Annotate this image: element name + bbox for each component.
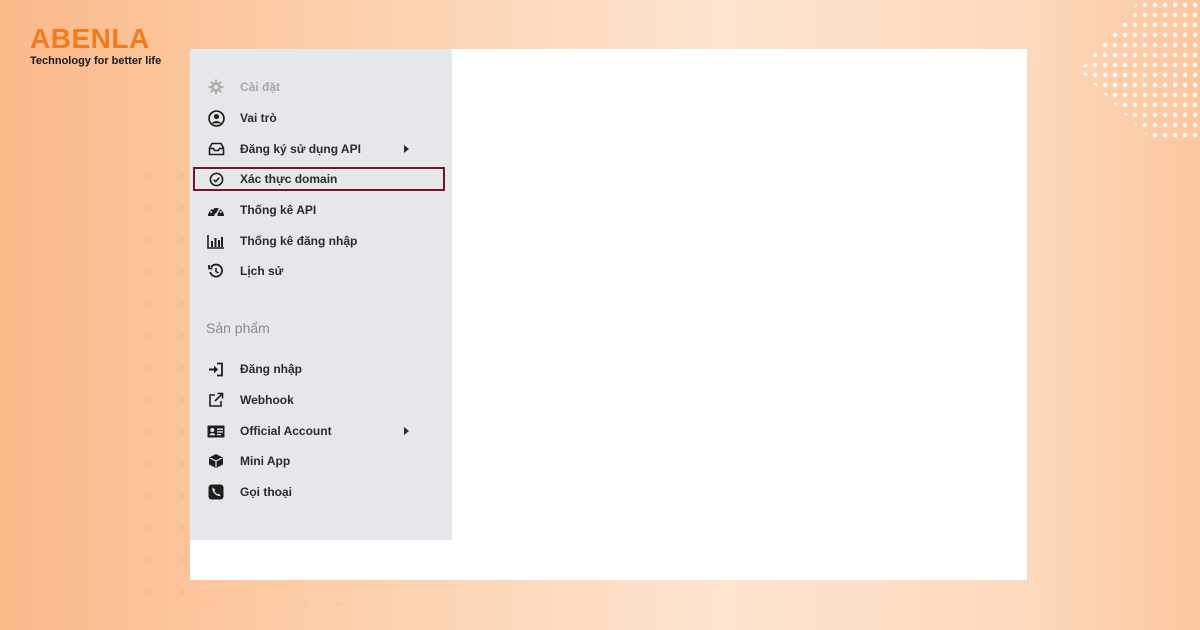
- menu-item-label: Thống kê API: [240, 203, 317, 217]
- menu-item-history[interactable]: Lịch sử: [190, 258, 452, 284]
- submenu-arrow-icon: [404, 427, 409, 435]
- menu-item-label: Gọi thoại: [240, 485, 292, 499]
- cube-icon: [206, 451, 226, 471]
- menu-item-api-stats[interactable]: Thống kê API: [190, 197, 452, 223]
- menu-item-label: Cài đặt: [240, 80, 281, 94]
- decorative-dots-bottom: [190, 590, 370, 620]
- brand-name: ABENLA: [30, 23, 150, 54]
- bar-chart-icon: [206, 231, 226, 251]
- dashboard-icon: [206, 200, 226, 220]
- brand-tagline: Technology for better life: [30, 55, 162, 67]
- menu-item-voice-call[interactable]: Gọi thoại: [190, 479, 452, 505]
- brand-logo: ABENLA Technology for better life: [30, 23, 162, 68]
- menu-item-label: Official Account: [240, 424, 332, 438]
- id-card-icon: [206, 421, 226, 441]
- menu-item-official-account[interactable]: Official Account: [190, 418, 452, 444]
- external-link-icon: [206, 390, 226, 410]
- menu-item-label: Đăng ký sử dụng API: [240, 142, 361, 156]
- inbox-icon: [206, 139, 226, 159]
- history-icon: [206, 261, 226, 281]
- menu-item-label: Webhook: [240, 393, 294, 407]
- menu-item-label: Vai trò: [240, 111, 277, 125]
- menu-item-mini-app[interactable]: Mini App: [190, 448, 452, 474]
- decorative-diamond-pattern: [1080, 0, 1200, 140]
- section-heading-products: Sản phẩm: [206, 320, 270, 336]
- highlight-box: [193, 167, 445, 191]
- menu-item-login-stats[interactable]: Thống kê đăng nhập: [190, 228, 452, 254]
- sidebar-menu: Cài đặt Vai trò Đăng ký sử dụng API Xác …: [190, 49, 452, 540]
- menu-item-roles[interactable]: Vai trò: [190, 105, 452, 131]
- phone-icon: [206, 482, 226, 502]
- menu-item-login[interactable]: Đăng nhập: [190, 356, 452, 382]
- gear-icon: [206, 77, 226, 97]
- menu-item-label: Thống kê đăng nhập: [240, 234, 358, 248]
- user-circle-icon: [206, 108, 226, 128]
- sign-in-icon: [206, 359, 226, 379]
- content-area: [452, 49, 1027, 580]
- menu-item-settings[interactable]: Cài đặt: [190, 74, 452, 100]
- submenu-arrow-icon: [404, 145, 409, 153]
- decorative-dots-left: [0, 160, 190, 610]
- menu-item-label: Lịch sử: [240, 264, 284, 278]
- menu-item-label: Mini App: [240, 454, 291, 468]
- menu-item-label: Đăng nhập: [240, 362, 302, 376]
- menu-item-api-registration[interactable]: Đăng ký sử dụng API: [190, 136, 452, 162]
- screenshot-frame: Cài đặt Vai trò Đăng ký sử dụng API Xác …: [190, 49, 1027, 580]
- menu-item-webhook[interactable]: Webhook: [190, 387, 452, 413]
